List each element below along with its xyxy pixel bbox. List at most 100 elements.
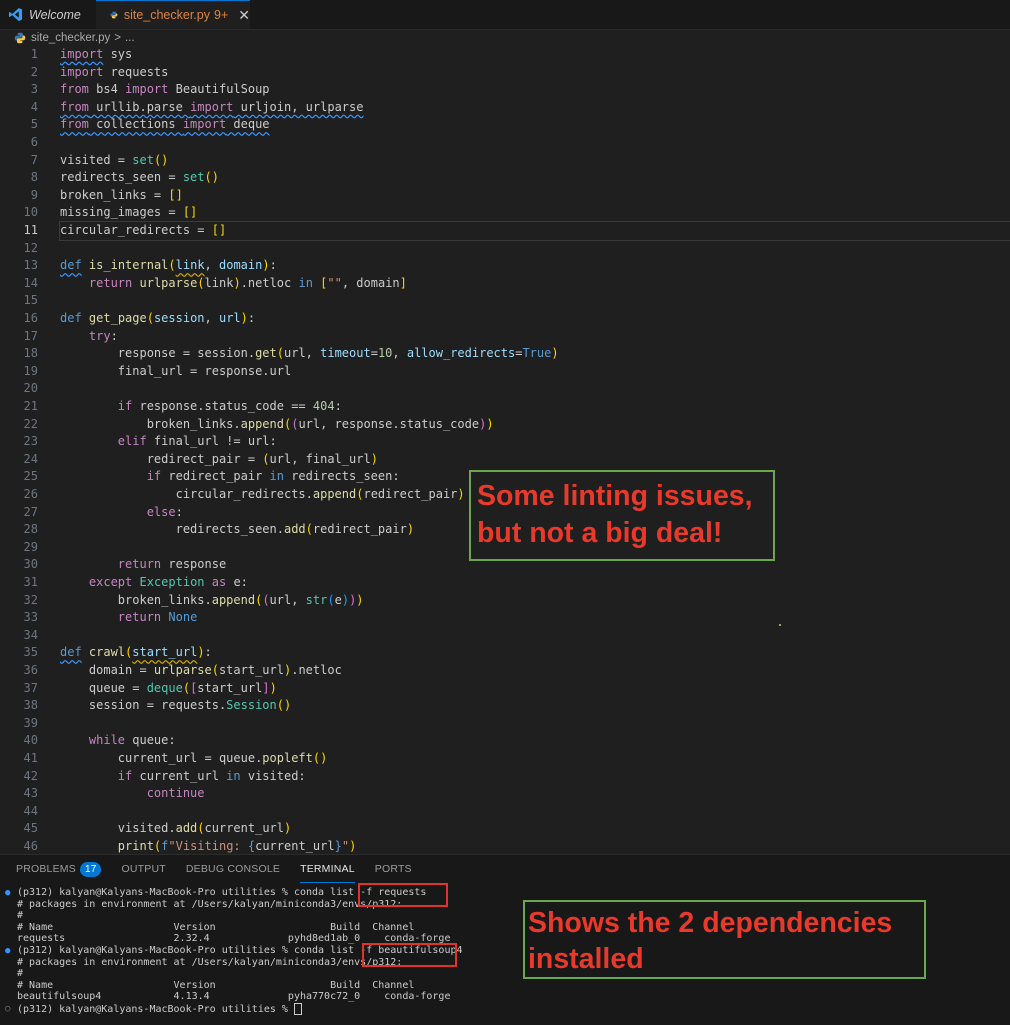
panel-tabs: PROBLEMS 17 OUTPUT DEBUG CONSOLE TERMINA… [0,855,432,883]
code-text: import requests [60,64,169,79]
code-line[interactable]: 15 [0,292,1010,310]
code-line[interactable]: 10 missing_images = [] [0,204,1010,222]
code-line[interactable]: 23 elif final_url != url: [0,433,1010,451]
code-line[interactable]: 42 if current_url in visited: [0,768,1010,786]
code-text: def crawl(start_url): [60,645,212,660]
code-line[interactable]: 11 circular_redirects = [] [0,221,1010,241]
code-editor[interactable]: 1 import sys 2 import requests 3 from bs4 imp… [0,46,1010,854]
code-text: return None [117,610,198,625]
line-number: 41 [23,751,38,765]
code-line[interactable]: 34 [0,627,1010,645]
line-number: 35 [23,645,38,660]
line-number: 39 [23,715,38,730]
code-line[interactable]: 40 while queue: [0,732,1010,750]
code-line[interactable]: 20 [0,380,1010,398]
line-number: 14 [23,275,38,290]
tab-ports[interactable]: PORTS [375,855,412,883]
code-line[interactable]: 17 try: [0,328,1010,346]
code-text: def is_internal(link, domain): [60,258,277,273]
code-line[interactable]: 37 queue = deque([start_url]) [0,680,1010,698]
line-number: 27 [23,504,38,519]
code-line[interactable]: 44 [0,803,1010,821]
code-line[interactable]: 21 if response.status_code == 404: [0,398,1010,416]
code-line[interactable]: 18 response = session.get(url, timeout=1… [0,345,1010,363]
line-number: 21 [23,399,38,413]
code-line[interactable]: 8 redirects_seen = set() [0,169,1010,187]
line-number: 12 [23,240,38,255]
code-line[interactable]: 24 redirect_pair = (url, final_url) [0,451,1010,469]
line-number: 29 [23,539,38,554]
code-text: from urllib.parse import urljoin, urlpar… [60,99,364,114]
line-number: 25 [23,469,38,484]
line-number: 16 [23,311,38,325]
breadcrumb: site_checker.py > ... [0,29,1010,46]
tab-problems[interactable]: PROBLEMS 17 [16,855,102,883]
code-line[interactable]: 13 def is_internal(link, domain): [0,257,1010,275]
code-line[interactable]: 41 current_url = queue.popleft() [0,750,1010,768]
code-line[interactable]: 5 from collections import deque [0,116,1010,134]
terminal-cursor [293,1003,302,1015]
requests-highlight-box [358,883,448,907]
pending-command-icon[interactable]: ○ [5,1003,10,1015]
code-line[interactable]: 38 session = requests.Session() [0,697,1010,715]
code-line[interactable]: 14 return urlparse(link).netloc in ["", … [0,275,1010,293]
tab-debug-console[interactable]: DEBUG CONSOLE [186,855,280,883]
terminal-text: # Name Version Build Channel [17,921,415,933]
code-line[interactable]: 6 [0,134,1010,152]
code-line[interactable]: 32 broken_links.append((url, str(e))) [0,592,1010,610]
line-number: 44 [23,803,38,818]
code-text: print(f"Visiting: {current_url}") [117,839,357,853]
code-line[interactable]: 45 visited.add(current_url) [0,820,1010,838]
code-text: redirects_seen.add(redirect_pair) [60,522,415,537]
tab-output[interactable]: OUTPUT [121,855,165,883]
code-line[interactable]: 46 print(f"Visiting: {current_url}") [0,838,1010,854]
tab-terminal[interactable]: TERMINAL [300,855,355,883]
code-line[interactable]: 4 from urllib.parse import urljoin, urlpa… [0,99,1010,117]
line-number: 10 [23,205,38,220]
python-icon [110,11,118,19]
line-number: 33 [23,610,38,625]
tab-welcome[interactable]: Welcome [0,0,105,29]
line-number: 8 [30,170,38,185]
tab-welcome-label: Welcome [29,7,81,22]
code-line[interactable]: 12 [0,240,1010,258]
code-line[interactable]: 35 def crawl(start_url): [0,644,1010,662]
line-number: 4 [30,99,38,114]
code-line[interactable]: 16 def get_page(session, url): [0,310,1010,328]
cursor-dot [779,624,781,626]
code-line[interactable]: 36 domain = urlparse(start_url).netloc [0,662,1010,680]
code-line[interactable]: 39 [0,715,1010,733]
command-status-icon[interactable]: ● [5,945,10,957]
code-text: broken_links.append((url, str(e))) [60,592,364,607]
line-number: 37 [23,680,38,695]
code-line[interactable]: 7 visited = set() [0,152,1010,170]
line-number: 36 [23,663,38,677]
code-line[interactable]: 43 continue [0,785,1010,803]
breadcrumb-symbols[interactable]: ... [125,32,135,44]
line-number: 46 [23,839,38,853]
code-line[interactable]: 19 final_url = response.url [0,363,1010,381]
code-line[interactable]: 1 import sys [0,46,1010,64]
line-number: 2 [30,64,38,79]
code-line[interactable]: 22 broken_links.append((url, response.st… [0,416,1010,434]
code-text: from collections import deque [60,117,270,132]
code-line[interactable]: 9 broken_links = [] [0,187,1010,205]
code-text: circular_redirects.append(redirect_pair) [60,487,465,501]
command-status-icon[interactable]: ● [5,887,10,899]
code-line[interactable]: 3 from bs4 import BeautifulSoup [0,81,1010,99]
code-line[interactable]: 33 return None [0,609,1010,627]
terminal-text: (p312) kalyan@Kalyans-MacBook-Pro utilit… [17,1003,302,1016]
line-number: 6 [30,135,38,149]
code-text: from bs4 import BeautifulSoup [60,82,270,97]
close-icon[interactable]: ✕ [238,7,250,24]
code-text: missing_images = [] [60,205,198,220]
tab-site-checker[interactable]: site_checker.py 9+ ✕ [96,0,250,29]
tab-site-checker-label: site_checker.py [123,8,210,22]
line-number: 5 [30,117,38,132]
code-text: queue = deque([start_url]) [60,680,277,695]
code-line[interactable]: 2 import requests [0,64,1010,82]
line-number: 13 [23,258,38,273]
line-number: 17 [23,328,38,343]
code-line[interactable]: 31 except Exception as e: [0,574,1010,592]
breadcrumb-file[interactable]: site_checker.py [31,32,110,44]
